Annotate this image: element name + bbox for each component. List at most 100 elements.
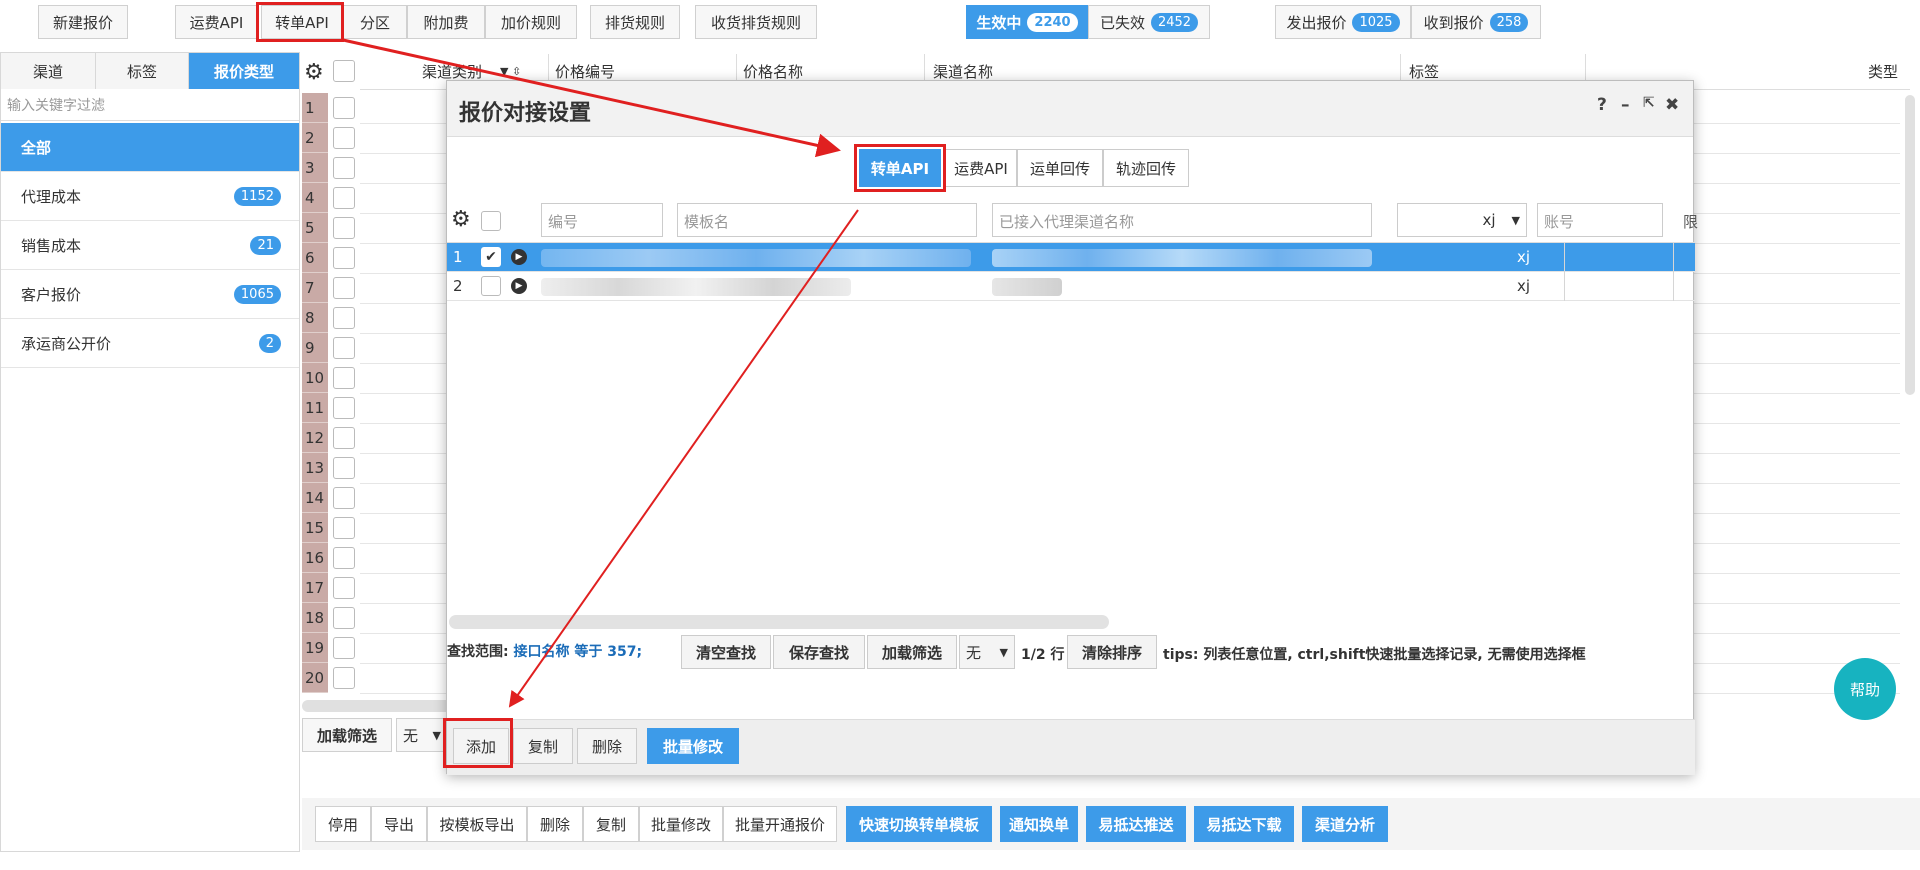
expired-filter-button[interactable]: 已失效 2452 (1088, 5, 1210, 39)
row-checkbox[interactable] (333, 187, 355, 209)
count-badge: 21 (250, 235, 281, 255)
number-filter-input[interactable]: 编号 (541, 203, 663, 237)
row-checkbox[interactable] (333, 517, 355, 539)
active-filter-button[interactable]: 生效中 2240 (966, 5, 1088, 39)
batch-edit-button[interactable]: 批量修改 (647, 728, 739, 764)
xj-value: xj (1517, 248, 1531, 266)
table-row[interactable]: 2 ▶ xj (447, 272, 1695, 301)
row-checkbox[interactable] (333, 547, 355, 569)
tab-channel[interactable]: 渠道 (1, 53, 96, 89)
receive-rule-button[interactable]: 收货排货规则 (695, 5, 817, 39)
checkmark-icon[interactable]: ✔ (481, 247, 501, 267)
list-item-all[interactable]: 全部 (1, 123, 299, 172)
received-quote-button[interactable]: 收到报价 258 (1411, 5, 1541, 39)
yidida-download-button[interactable]: 易抵达下载 (1194, 806, 1294, 842)
grid-scrollbar[interactable] (1905, 95, 1915, 395)
row-checkbox[interactable] (333, 127, 355, 149)
grid-settings-icon[interactable]: ⚙ (304, 60, 324, 85)
page-info: 1/2 行 (1021, 647, 1065, 663)
clear-search-button[interactable]: 清空查找 (681, 635, 771, 669)
export-button[interactable]: 导出 (371, 806, 427, 842)
xj-filter-select[interactable]: xj ▼ (1397, 203, 1527, 237)
cargo-rule-button[interactable]: 排货规则 (590, 5, 680, 39)
row-checkbox[interactable] (333, 97, 355, 119)
table-row[interactable]: 1 ✔ ▶ xj (447, 243, 1695, 272)
play-icon[interactable]: ▶ (511, 278, 527, 294)
help-icon[interactable]: ? (1597, 95, 1607, 115)
row-checkbox[interactable] (333, 667, 355, 689)
switch-transfer-template-button[interactable]: 快速切换转单模板 (846, 806, 992, 842)
list-item-sales-cost[interactable]: 销售成本 21 (1, 221, 299, 270)
dialog-horizontal-scrollbar[interactable] (449, 615, 1109, 629)
channel-analysis-button[interactable]: 渠道分析 (1302, 806, 1388, 842)
close-icon[interactable]: ✖ (1665, 95, 1679, 115)
notify-change-button[interactable]: 通知换单 (1000, 806, 1078, 842)
markup-rule-button[interactable]: 加价规则 (485, 5, 577, 39)
row-checkbox[interactable] (333, 307, 355, 329)
limit-column-label: 限 (1683, 213, 1699, 231)
sent-quote-button[interactable]: 发出报价 1025 (1275, 5, 1411, 39)
row-number: 10 (302, 363, 328, 393)
tab-transfer-api[interactable]: 转单API (859, 149, 941, 187)
row-checkbox[interactable] (333, 217, 355, 239)
row-checkbox[interactable] (333, 427, 355, 449)
tab-quote-type[interactable]: 报价类型 (189, 53, 299, 89)
row-checkbox[interactable] (333, 277, 355, 299)
bottom-copy-button[interactable]: 复制 (583, 806, 639, 842)
new-quote-button[interactable]: 新建报价 (38, 5, 128, 39)
tab-track-return[interactable]: 轨迹回传 (1103, 149, 1189, 187)
none-select[interactable]: 无 ▼ (959, 635, 1015, 669)
disable-button[interactable]: 停用 (315, 806, 371, 842)
row-checkbox[interactable] (333, 607, 355, 629)
template-filter-input[interactable]: 模板名 (677, 203, 977, 237)
row-checkbox[interactable] (333, 397, 355, 419)
list-item-customer-quote[interactable]: 客户报价 1065 (1, 270, 299, 319)
list-item-agent-cost[interactable]: 代理成本 1152 (1, 172, 299, 221)
popout-icon[interactable]: ⇱ (1643, 95, 1655, 111)
row-checkbox[interactable] (333, 457, 355, 479)
row-checkbox[interactable] (481, 276, 501, 296)
row-checkbox[interactable] (333, 367, 355, 389)
row-checkbox[interactable] (333, 337, 355, 359)
account-filter-input[interactable]: 账号 (1537, 203, 1663, 237)
row-checkbox[interactable] (333, 157, 355, 179)
transfer-api-button[interactable]: 转单API (261, 5, 343, 39)
row-checkbox[interactable] (333, 637, 355, 659)
left-filter-input[interactable]: 输入关键字过滤 (1, 89, 299, 121)
surcharge-button[interactable]: 附加费 (407, 5, 485, 39)
batch-open-quote-button[interactable]: 批量开通报价 (723, 806, 837, 842)
grid-select-all-checkbox[interactable] (333, 60, 355, 82)
save-search-button[interactable]: 保存查找 (773, 635, 865, 669)
tab-waybill-return[interactable]: 运单回传 (1017, 149, 1103, 187)
row-checkbox[interactable] (333, 247, 355, 269)
list-item-carrier-public[interactable]: 承运商公开价 2 (1, 319, 299, 368)
copy-button[interactable]: 复制 (513, 728, 573, 764)
add-button[interactable]: 添加 (453, 728, 509, 764)
delete-button[interactable]: 删除 (577, 728, 637, 764)
dialog-grid-settings-icon[interactable]: ⚙ (451, 207, 471, 232)
row-number: 2 (453, 277, 463, 295)
template-export-button[interactable]: 按模板导出 (427, 806, 527, 842)
tab-freight-api[interactable]: 运费API (945, 149, 1017, 187)
help-button[interactable]: 帮助 (1834, 658, 1896, 720)
select-value: 无 (403, 726, 419, 745)
grid-horizontal-scrollbar[interactable] (302, 700, 452, 712)
play-icon[interactable]: ▶ (511, 249, 527, 265)
dialog-select-all-checkbox[interactable] (481, 211, 501, 231)
tab-tag[interactable]: 标签 (96, 53, 189, 89)
clear-sort-button[interactable]: 清除排序 (1067, 635, 1157, 669)
row-checkbox[interactable] (333, 487, 355, 509)
load-filter-button[interactable]: 加载筛选 (867, 635, 957, 669)
row-checkbox[interactable] (333, 577, 355, 599)
bottom-batch-edit-button[interactable]: 批量修改 (639, 806, 723, 842)
minimize-icon[interactable]: – (1621, 95, 1630, 115)
yidida-push-button[interactable]: 易抵达推送 (1086, 806, 1186, 842)
dialog-title-bar[interactable]: 报价对接设置 ? – ⇱ ✖ (447, 81, 1693, 137)
zone-button[interactable]: 分区 (343, 5, 407, 39)
channel-filter-input[interactable]: 已接入代理渠道名称 (992, 203, 1372, 237)
xj-value: xj (1517, 277, 1531, 295)
bottom-delete-button[interactable]: 删除 (527, 806, 583, 842)
grid-load-filter-button[interactable]: 加载筛选 (302, 718, 392, 752)
freight-api-button[interactable]: 运费API (175, 5, 258, 39)
grid-none-select[interactable]: 无 ▼ (396, 718, 448, 752)
